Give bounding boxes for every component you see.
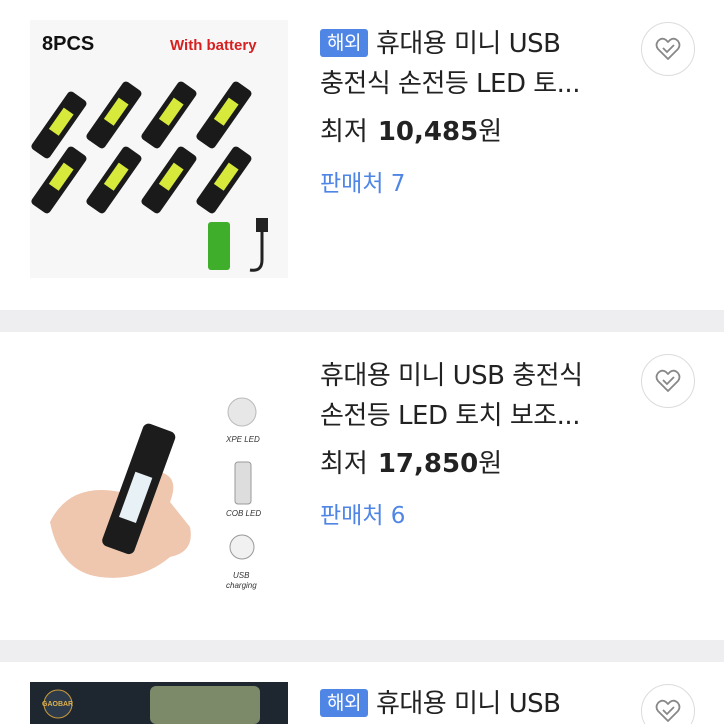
overseas-badge: 해외	[320, 689, 368, 717]
price-currency: 원	[478, 449, 503, 479]
card-separator	[0, 310, 724, 332]
price-value: 10,485	[377, 117, 479, 147]
image-text-8pcs: 8PCS	[42, 33, 94, 55]
product-image[interactable]: 8PCS With battery	[30, 20, 288, 278]
product-card[interactable]: 8PCS With battery 해외 휴대용 미니 USB 충전식 손전등 …	[0, 0, 724, 310]
seller-count-link[interactable]: 판매처 7	[320, 166, 620, 202]
product-title[interactable]: 해외 휴대용 미니 USB	[320, 684, 620, 724]
title-line-1: 휴대용 미니 USB 충전식	[320, 361, 583, 391]
product-info: 해외 휴대용 미니 USB 충전식 손전등 LED 토... 최저 10,485원 판…	[320, 24, 620, 202]
price-label: 최저	[320, 117, 368, 147]
title-line-1: 휴대용 미니 USB	[375, 29, 561, 59]
title-line-1: 휴대용 미니 USB	[375, 689, 561, 719]
heart-check-icon	[655, 699, 681, 722]
price-currency: 원	[478, 117, 503, 147]
product-card[interactable]: XPE LED COB LED USB charging 휴대용 미니 USB …	[0, 332, 724, 640]
charging-label: charging	[226, 581, 257, 590]
title-line-2: 손전등 LED 토치 보조...	[320, 401, 580, 431]
favorite-button[interactable]	[641, 354, 695, 408]
price-row: 최저 10,485원	[320, 112, 620, 152]
product-list: 8PCS With battery 해외 휴대용 미니 USB 충전식 손전등 …	[0, 0, 724, 724]
cob-led-label: COB LED	[226, 509, 261, 518]
image-text-battery: With battery	[170, 37, 257, 54]
product-info: 해외 휴대용 미니 USB	[320, 684, 620, 724]
product-info: 휴대용 미니 USB 충전식손전등 LED 토치 보조... 최저 17,850원…	[320, 356, 620, 534]
heart-check-icon	[655, 369, 681, 392]
product-image[interactable]: XPE LED COB LED USB charging	[30, 352, 288, 610]
usb-label: USB	[233, 571, 250, 580]
product-title[interactable]: 휴대용 미니 USB 충전식손전등 LED 토치 보조...	[320, 356, 620, 436]
overseas-badge: 해외	[320, 29, 368, 57]
heart-check-icon	[655, 37, 681, 60]
xpe-led-label: XPE LED	[225, 435, 260, 444]
price-value: 17,850	[377, 449, 479, 479]
product-title[interactable]: 해외 휴대용 미니 USB 충전식 손전등 LED 토...	[320, 24, 620, 104]
product-card[interactable]: GAOBAR 해외 휴대용 미니 USB	[0, 662, 724, 724]
seller-count-link[interactable]: 판매처 6	[320, 498, 620, 534]
price-row: 최저 17,850원	[320, 444, 620, 484]
card-separator	[0, 640, 724, 662]
favorite-button[interactable]	[641, 22, 695, 76]
title-line-2: 충전식 손전등 LED 토...	[320, 69, 580, 99]
price-label: 최저	[320, 449, 368, 479]
product-image[interactable]: GAOBAR	[30, 682, 288, 724]
favorite-button[interactable]	[641, 684, 695, 724]
brand-logo-text: GAOBAR	[42, 701, 73, 708]
